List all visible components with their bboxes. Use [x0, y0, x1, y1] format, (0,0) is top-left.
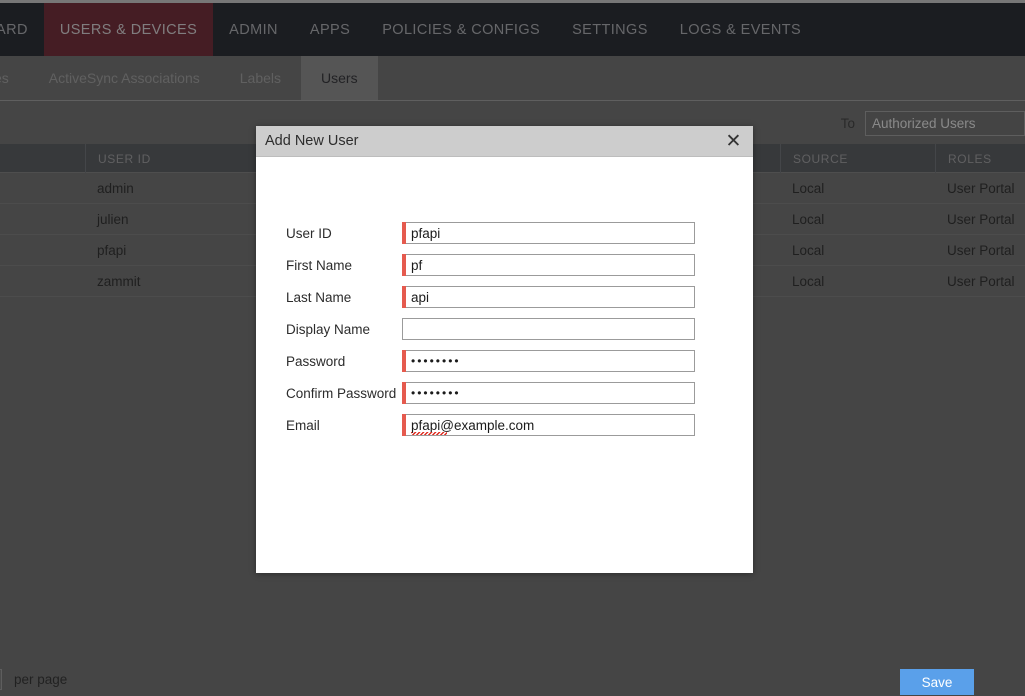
- form-row-password: Password: [256, 345, 753, 377]
- required-field-marker: [402, 286, 406, 308]
- display-name-input[interactable]: [402, 318, 695, 340]
- close-icon[interactable]: ✕: [723, 131, 744, 152]
- dialog-header: Add New User ✕: [256, 126, 753, 157]
- label-confirm-password: Confirm Password: [256, 386, 402, 401]
- form-row-first-name: First Name: [256, 249, 753, 281]
- user-id-input[interactable]: [402, 222, 695, 244]
- form-row-confirm-password: Confirm Password: [256, 377, 753, 409]
- label-display-name: Display Name: [256, 322, 402, 337]
- required-field-marker: [402, 350, 406, 372]
- last-name-input[interactable]: [402, 286, 695, 308]
- required-field-marker: [402, 222, 406, 244]
- field-wrap-password: [402, 350, 695, 372]
- required-field-marker: [402, 254, 406, 276]
- add-new-user-dialog: Add New User ✕ Email Confirm Password Pass…: [256, 126, 753, 573]
- dialog-body: Email Confirm Password Password Display Nam…: [256, 157, 753, 573]
- app-root: ARDUSERS & DEVICESADMINAPPSPOLICIES & CO…: [0, 0, 1025, 696]
- required-field-marker: [402, 382, 406, 404]
- form-row-email: Email: [256, 409, 753, 441]
- dialog-title: Add New User: [265, 133, 358, 149]
- email-input[interactable]: [402, 414, 695, 436]
- form-row-last-name: Last Name: [256, 281, 753, 313]
- field-wrap-last-name: [402, 286, 695, 308]
- password-input[interactable]: [402, 350, 695, 372]
- label-user-id: User ID: [256, 226, 402, 241]
- form-row-user-id: User ID: [256, 217, 753, 249]
- save-button[interactable]: Save: [900, 669, 974, 695]
- field-wrap-confirm-password: [402, 382, 695, 404]
- label-password: Password: [256, 354, 402, 369]
- first-name-input[interactable]: [402, 254, 695, 276]
- label-last-name: Last Name: [256, 290, 402, 305]
- required-field-marker: [402, 414, 406, 436]
- form-row-display-name: Display Name: [256, 313, 753, 345]
- confirm-password-input[interactable]: [402, 382, 695, 404]
- field-wrap-display-name: [402, 318, 695, 340]
- label-email: Email: [256, 418, 402, 433]
- field-wrap-first-name: [402, 254, 695, 276]
- label-first-name: First Name: [256, 258, 402, 273]
- field-wrap-user-id: [402, 222, 695, 244]
- field-wrap-email: [402, 414, 695, 436]
